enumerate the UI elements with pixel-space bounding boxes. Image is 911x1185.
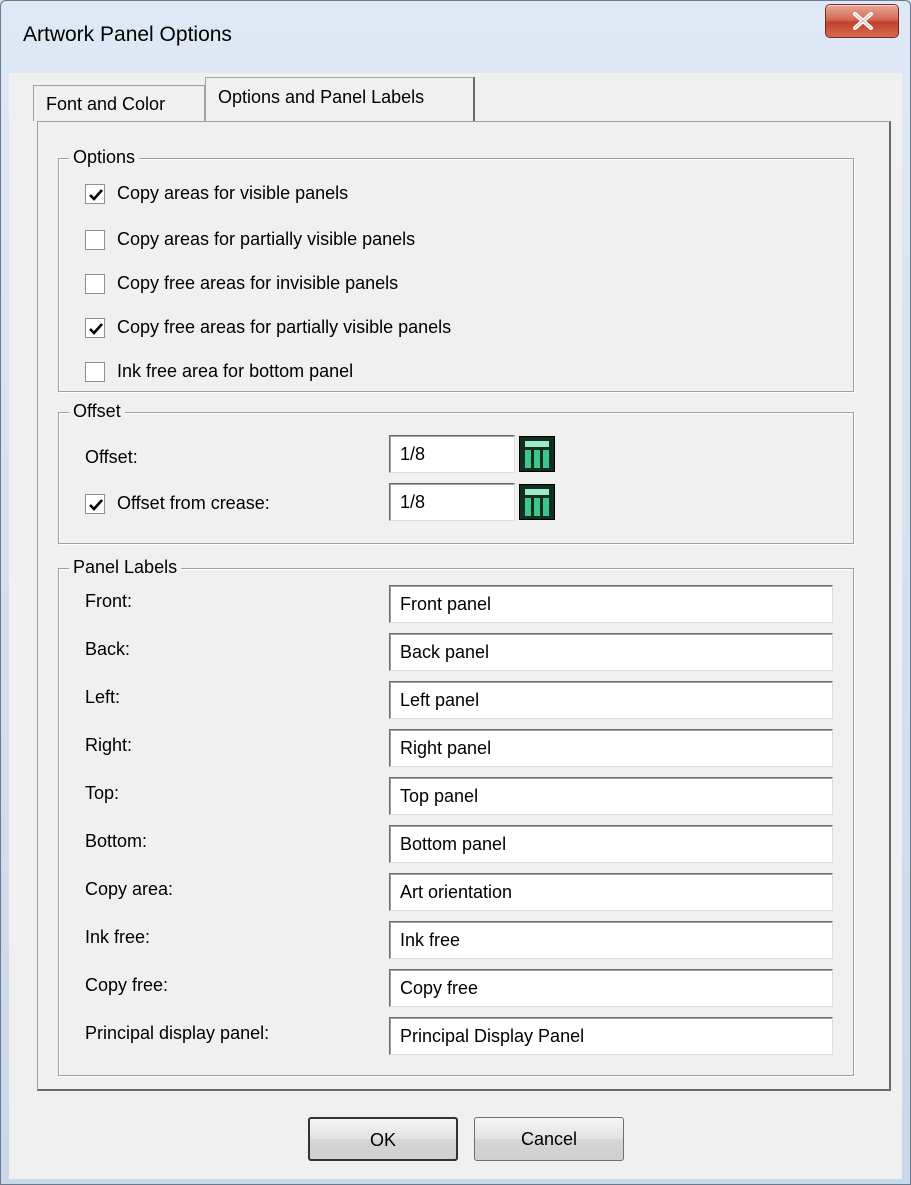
bottom-input[interactable]: Bottom panel <box>389 825 833 863</box>
group-title: Options <box>69 147 140 168</box>
principal-display-input[interactable]: Principal Display Panel <box>389 1017 833 1055</box>
checkbox-label: Copy areas for partially visible panels <box>117 229 416 249</box>
checkmark-icon <box>89 189 103 201</box>
principal-display-label: Principal display panel: <box>85 1023 270 1043</box>
checkbox[interactable] <box>85 274 105 294</box>
dialog-window: Artwork Panel Options Font and Color Opt… <box>0 0 911 1185</box>
window-title: Artwork Panel Options <box>23 23 232 46</box>
right-label: Right: <box>85 735 133 755</box>
front-label: Front: <box>85 591 133 611</box>
checkbox-label: Ink free area for bottom panel <box>117 361 354 381</box>
front-input[interactable]: Front panel <box>389 585 833 623</box>
top-input[interactable]: Top panel <box>389 777 833 815</box>
calculator-icon[interactable] <box>519 436 555 472</box>
group-title: Offset <box>69 401 125 422</box>
offset-group: Offset Offset: 1/8 Offset from crease: 1… <box>58 401 854 544</box>
options-group: Options Copy areas for visible panels Co… <box>58 147 854 392</box>
copy-area-input[interactable]: Art orientation <box>389 873 833 911</box>
back-input[interactable]: Back panel <box>389 633 833 671</box>
checkmark-icon <box>89 323 103 335</box>
checkbox-label: Offset from crease: <box>117 493 270 513</box>
left-label: Left: <box>85 687 121 707</box>
calculator-icon[interactable] <box>519 484 555 520</box>
crease-offset-input[interactable]: 1/8 <box>389 483 515 521</box>
tab-options-and-panel-labels[interactable]: Options and Panel Labels <box>205 77 475 121</box>
close-icon <box>853 12 873 30</box>
checkbox[interactable] <box>85 230 105 250</box>
ink-free-label: Ink free: <box>85 927 151 947</box>
copy-area-label: Copy area: <box>85 879 174 899</box>
checkmark-icon <box>89 499 103 511</box>
ok-button[interactable]: OK <box>308 1117 458 1161</box>
copy-free-input[interactable]: Copy free <box>389 969 833 1007</box>
checkbox-label: Copy areas for visible panels <box>117 183 349 203</box>
group-title: Panel Labels <box>69 557 182 578</box>
copy-free-label: Copy free: <box>85 975 169 995</box>
close-button[interactable] <box>825 4 899 38</box>
cancel-button[interactable]: Cancel <box>474 1117 624 1161</box>
left-input[interactable]: Left panel <box>389 681 833 719</box>
checkbox[interactable] <box>85 494 105 514</box>
tab-page: Options Copy areas for visible panels Co… <box>37 121 891 1091</box>
checkbox[interactable] <box>85 362 105 382</box>
checkbox-label: Copy free areas for invisible panels <box>117 273 399 293</box>
ink-free-input[interactable]: Ink free <box>389 921 833 959</box>
top-label: Top: <box>85 783 120 803</box>
tab-label: Font and Color <box>46 94 166 114</box>
bottom-label: Bottom: <box>85 831 148 851</box>
tab-label: Options and Panel Labels <box>218 87 425 107</box>
offset-label: Offset: <box>85 447 138 467</box>
panel-labels-group: Panel Labels Front: Front panel Back: Ba… <box>58 557 854 1076</box>
offset-input[interactable]: 1/8 <box>389 435 515 473</box>
back-label: Back: <box>85 639 131 659</box>
tab-font-and-color[interactable]: Font and Color <box>33 85 205 121</box>
checkbox-label: Copy free areas for partially visible pa… <box>117 317 452 337</box>
right-input[interactable]: Right panel <box>389 729 833 767</box>
title-bar[interactable]: Artwork Panel Options <box>1 1 910 71</box>
dialog-client-area: Font and Color Options and Panel Labels … <box>9 73 902 1179</box>
checkbox[interactable] <box>85 318 105 338</box>
checkbox[interactable] <box>85 184 105 204</box>
